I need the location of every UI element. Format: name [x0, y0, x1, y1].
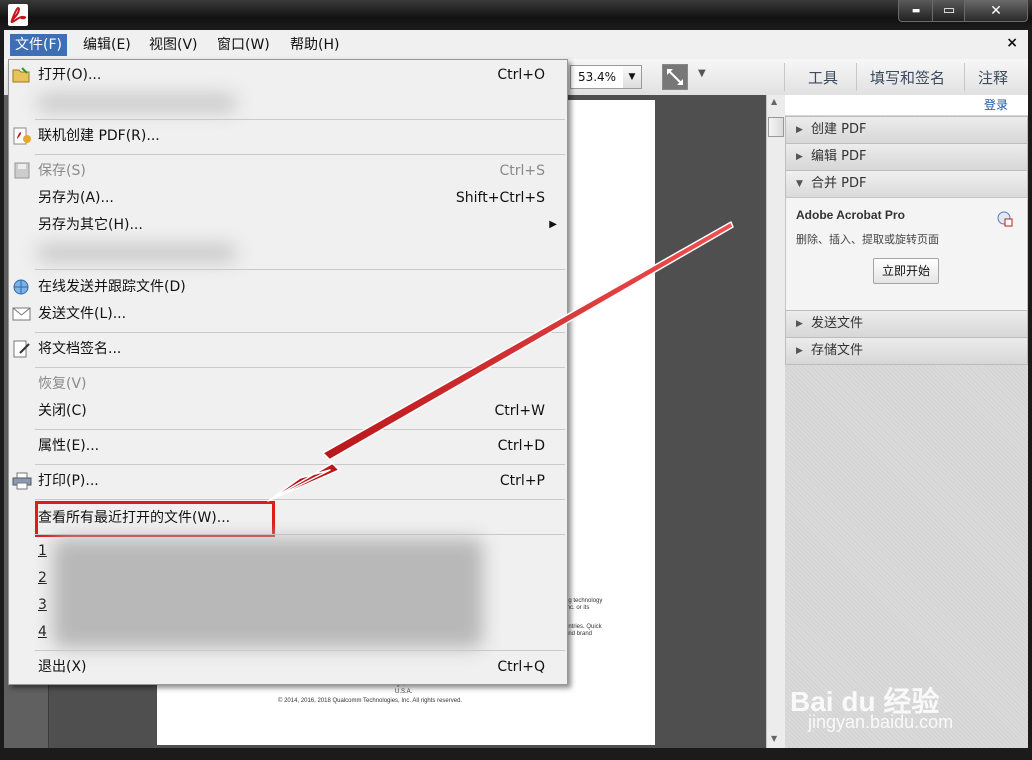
annotation-arrow — [267, 221, 734, 502]
arrow-shape — [267, 221, 734, 502]
watermark-url: jingyan.baidu.com — [808, 712, 954, 732]
